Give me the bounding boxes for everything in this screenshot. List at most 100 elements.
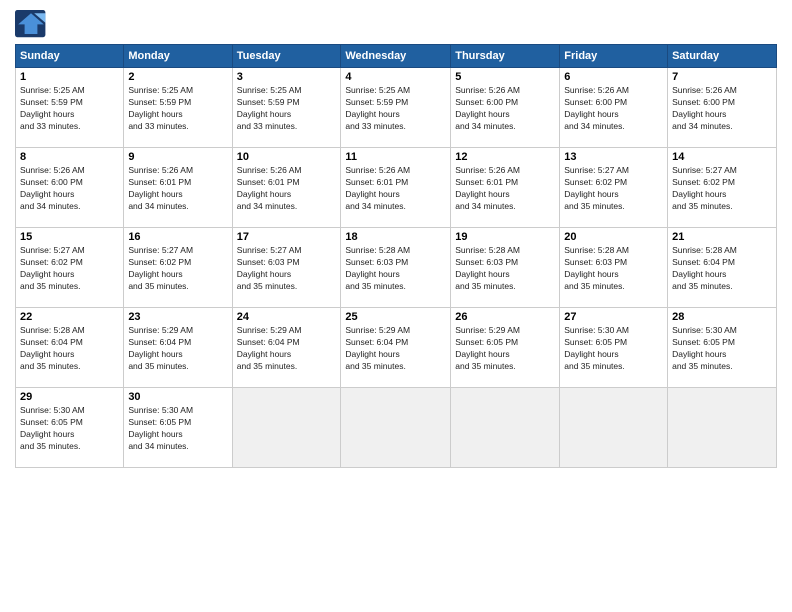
calendar-cell: 3 Sunrise: 5:25 AMSunset: 5:59 PMDaylight… <box>232 68 341 148</box>
day-info: Sunrise: 5:27 AMSunset: 6:02 PMDaylight … <box>128 245 227 293</box>
day-number: 6 <box>564 71 663 83</box>
day-info: Sunrise: 5:30 AMSunset: 6:05 PMDaylight … <box>564 325 663 373</box>
day-info: Sunrise: 5:26 AMSunset: 6:01 PMDaylight … <box>345 165 446 213</box>
day-number: 2 <box>128 71 227 83</box>
day-info: Sunrise: 5:25 AMSunset: 5:59 PMDaylight … <box>128 85 227 133</box>
calendar-cell: 4 Sunrise: 5:25 AMSunset: 5:59 PMDaylight… <box>341 68 451 148</box>
day-info: Sunrise: 5:29 AMSunset: 6:04 PMDaylight … <box>345 325 446 373</box>
calendar-cell: 15Sunrise: 5:27 AMSunset: 6:02 PMDayligh… <box>16 228 124 308</box>
calendar-cell <box>668 388 777 468</box>
day-info: Sunrise: 5:30 AMSunset: 6:05 PMDaylight … <box>20 405 119 453</box>
day-number: 14 <box>672 151 772 163</box>
calendar-cell: 12 Sunrise: 5:26 AMSunset: 6:01 PMDayligh… <box>451 148 560 228</box>
col-saturday: Saturday <box>668 45 777 68</box>
calendar-cell: 16 Sunrise: 5:27 AMSunset: 6:02 PMDayligh… <box>124 228 232 308</box>
calendar-cell: 5Sunrise: 5:26 AMSunset: 6:00 PMDaylight… <box>451 68 560 148</box>
col-sunday: Sunday <box>16 45 124 68</box>
day-info: Sunrise: 5:27 AMSunset: 6:02 PMDaylight … <box>20 245 119 293</box>
day-info: Sunrise: 5:25 AMSunset: 5:59 PMDaylight … <box>237 85 337 133</box>
day-info: Sunrise: 5:26 AMSunset: 6:00 PMDaylight … <box>672 85 772 133</box>
day-number: 20 <box>564 231 663 243</box>
day-info: Sunrise: 5:28 AMSunset: 6:04 PMDaylight … <box>672 245 772 293</box>
calendar-cell: 30 Sunrise: 5:30 AMSunset: 6:05 PMDayligh… <box>124 388 232 468</box>
day-number: 22 <box>20 311 119 323</box>
day-number: 25 <box>345 311 446 323</box>
day-number: 29 <box>20 391 119 403</box>
calendar-cell: 20 Sunrise: 5:28 AMSunset: 6:03 PMDayligh… <box>560 228 668 308</box>
calendar-cell <box>451 388 560 468</box>
day-info: Sunrise: 5:26 AMSunset: 6:00 PMDaylight … <box>20 165 119 213</box>
day-info: Sunrise: 5:25 AMSunset: 5:59 PMDaylight … <box>20 85 119 133</box>
day-number: 16 <box>128 231 227 243</box>
day-info: Sunrise: 5:29 AMSunset: 6:05 PMDaylight … <box>455 325 555 373</box>
day-number: 30 <box>128 391 227 403</box>
day-number: 23 <box>128 311 227 323</box>
day-info: Sunrise: 5:27 AMSunset: 6:02 PMDaylight … <box>564 165 663 213</box>
day-info: Sunrise: 5:26 AMSunset: 6:01 PMDaylight … <box>237 165 337 213</box>
calendar-cell: 2 Sunrise: 5:25 AMSunset: 5:59 PMDaylight… <box>124 68 232 148</box>
calendar-cell: 7 Sunrise: 5:26 AMSunset: 6:00 PMDaylight… <box>668 68 777 148</box>
day-info: Sunrise: 5:29 AMSunset: 6:04 PMDaylight … <box>128 325 227 373</box>
day-number: 5 <box>455 71 555 83</box>
calendar-cell: 9 Sunrise: 5:26 AMSunset: 6:01 PMDaylight… <box>124 148 232 228</box>
calendar-week-row: 22 Sunrise: 5:28 AMSunset: 6:04 PMDayligh… <box>16 308 777 388</box>
calendar-cell: 23 Sunrise: 5:29 AMSunset: 6:04 PMDayligh… <box>124 308 232 388</box>
day-info: Sunrise: 5:28 AMSunset: 6:03 PMDaylight … <box>345 245 446 293</box>
day-info: Sunrise: 5:26 AMSunset: 6:01 PMDaylight … <box>455 165 555 213</box>
logo-icon <box>15 10 47 38</box>
day-info: Sunrise: 5:30 AMSunset: 6:05 PMDaylight … <box>128 405 227 453</box>
day-info: Sunrise: 5:27 AMSunset: 6:03 PMDaylight … <box>237 245 337 293</box>
day-number: 27 <box>564 311 663 323</box>
day-number: 17 <box>237 231 337 243</box>
calendar-cell: 25 Sunrise: 5:29 AMSunset: 6:04 PMDayligh… <box>341 308 451 388</box>
day-number: 13 <box>564 151 663 163</box>
calendar-week-row: 29 Sunrise: 5:30 AMSunset: 6:05 PMDayligh… <box>16 388 777 468</box>
day-info: Sunrise: 5:25 AMSunset: 5:59 PMDaylight … <box>345 85 446 133</box>
col-wednesday: Wednesday <box>341 45 451 68</box>
calendar-header-row: Sunday Monday Tuesday Wednesday Thursday… <box>16 45 777 68</box>
day-number: 12 <box>455 151 555 163</box>
day-number: 4 <box>345 71 446 83</box>
day-number: 28 <box>672 311 772 323</box>
day-info: Sunrise: 5:28 AMSunset: 6:03 PMDaylight … <box>564 245 663 293</box>
day-info: Sunrise: 5:30 AMSunset: 6:05 PMDaylight … <box>672 325 772 373</box>
header <box>15 10 777 38</box>
calendar-week-row: 8Sunrise: 5:26 AMSunset: 6:00 PMDaylight… <box>16 148 777 228</box>
day-number: 7 <box>672 71 772 83</box>
day-number: 11 <box>345 151 446 163</box>
col-monday: Monday <box>124 45 232 68</box>
day-info: Sunrise: 5:28 AMSunset: 6:03 PMDaylight … <box>455 245 555 293</box>
day-number: 18 <box>345 231 446 243</box>
day-info: Sunrise: 5:28 AMSunset: 6:04 PMDaylight … <box>20 325 119 373</box>
day-info: Sunrise: 5:26 AMSunset: 6:00 PMDaylight … <box>564 85 663 133</box>
calendar-cell: 26 Sunrise: 5:29 AMSunset: 6:05 PMDayligh… <box>451 308 560 388</box>
calendar-week-row: 1 Sunrise: 5:25 AMSunset: 5:59 PMDaylight… <box>16 68 777 148</box>
calendar-week-row: 15Sunrise: 5:27 AMSunset: 6:02 PMDayligh… <box>16 228 777 308</box>
day-number: 19 <box>455 231 555 243</box>
calendar-cell: 21 Sunrise: 5:28 AMSunset: 6:04 PMDayligh… <box>668 228 777 308</box>
calendar-cell: 8Sunrise: 5:26 AMSunset: 6:00 PMDaylight… <box>16 148 124 228</box>
calendar-cell <box>560 388 668 468</box>
calendar-cell: 11 Sunrise: 5:26 AMSunset: 6:01 PMDayligh… <box>341 148 451 228</box>
calendar-cell: 6 Sunrise: 5:26 AMSunset: 6:00 PMDaylight… <box>560 68 668 148</box>
day-info: Sunrise: 5:29 AMSunset: 6:04 PMDaylight … <box>237 325 337 373</box>
col-tuesday: Tuesday <box>232 45 341 68</box>
calendar-cell: 22 Sunrise: 5:28 AMSunset: 6:04 PMDayligh… <box>16 308 124 388</box>
day-number: 9 <box>128 151 227 163</box>
calendar-cell: 18 Sunrise: 5:28 AMSunset: 6:03 PMDayligh… <box>341 228 451 308</box>
calendar-cell: 17 Sunrise: 5:27 AMSunset: 6:03 PMDayligh… <box>232 228 341 308</box>
calendar-cell: 29 Sunrise: 5:30 AMSunset: 6:05 PMDayligh… <box>16 388 124 468</box>
calendar-cell: 14Sunrise: 5:27 AMSunset: 6:02 PMDayligh… <box>668 148 777 228</box>
calendar-cell: 27 Sunrise: 5:30 AMSunset: 6:05 PMDayligh… <box>560 308 668 388</box>
logo <box>15 10 51 38</box>
day-number: 26 <box>455 311 555 323</box>
day-info: Sunrise: 5:26 AMSunset: 6:01 PMDaylight … <box>128 165 227 213</box>
day-number: 21 <box>672 231 772 243</box>
day-number: 3 <box>237 71 337 83</box>
day-number: 10 <box>237 151 337 163</box>
day-number: 1 <box>20 71 119 83</box>
day-number: 24 <box>237 311 337 323</box>
calendar-cell: 24 Sunrise: 5:29 AMSunset: 6:04 PMDayligh… <box>232 308 341 388</box>
calendar-cell <box>232 388 341 468</box>
calendar-cell: 19 Sunrise: 5:28 AMSunset: 6:03 PMDayligh… <box>451 228 560 308</box>
